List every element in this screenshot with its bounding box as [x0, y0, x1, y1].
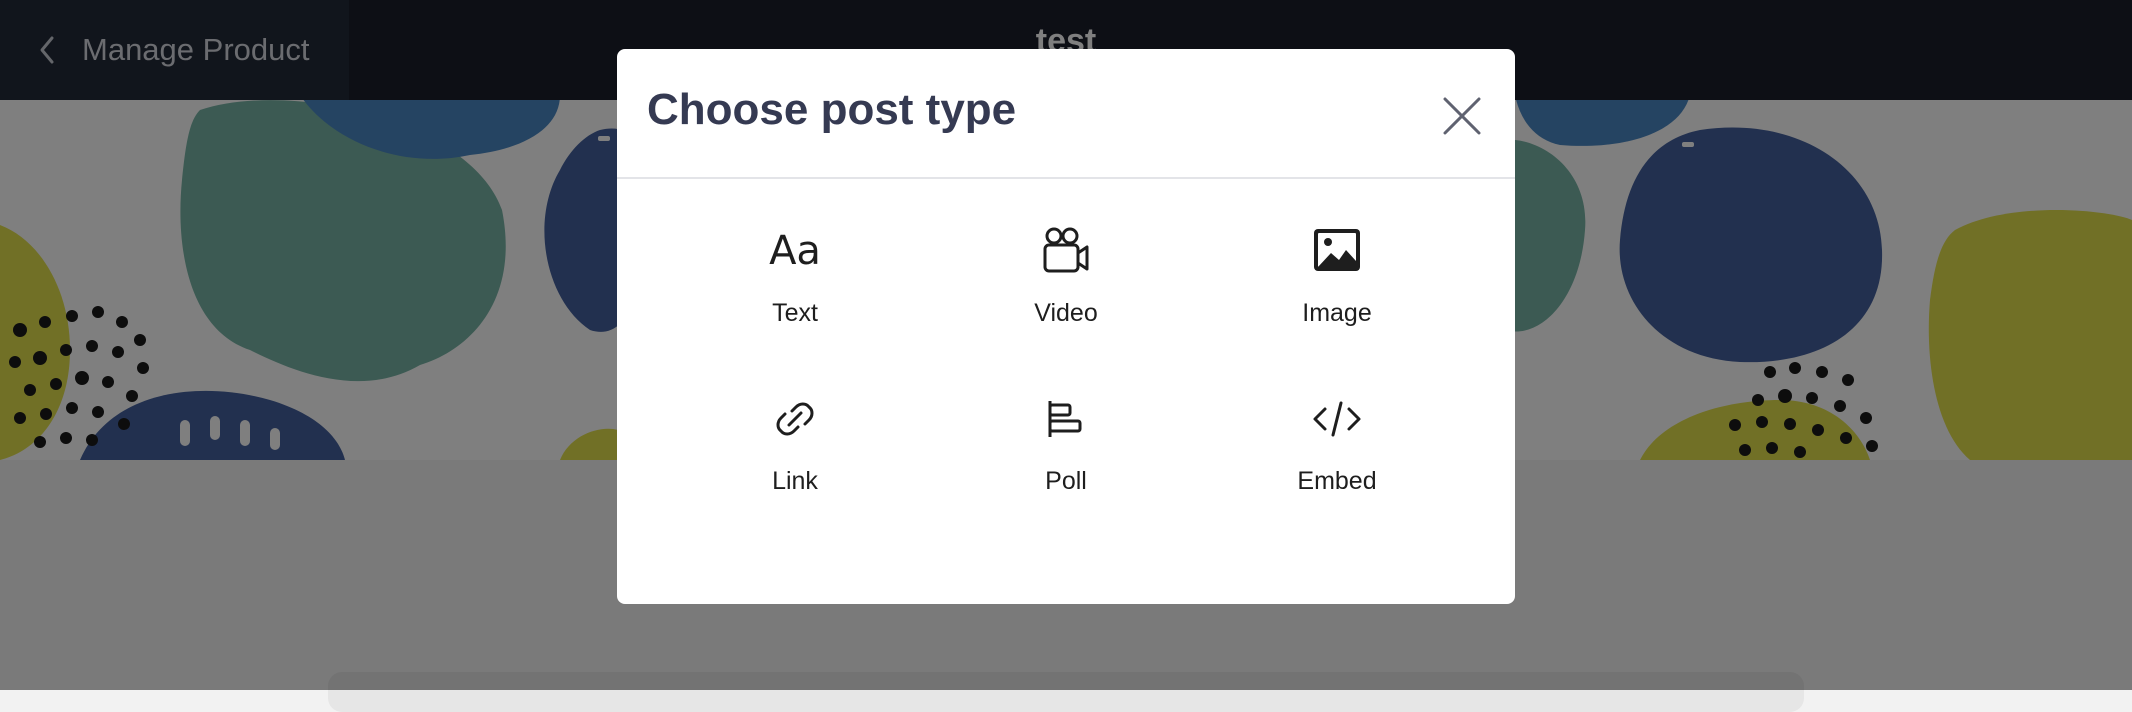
post-type-link-button[interactable]: Link [660, 387, 931, 555]
post-type-text-button[interactable]: Aa Text [660, 219, 931, 387]
post-type-label: Poll [1045, 467, 1087, 495]
modal-header: Choose post type [617, 49, 1515, 179]
post-type-label: Text [772, 299, 818, 327]
choose-post-type-modal: Choose post type Aa Text Video Image Lin… [617, 49, 1515, 604]
image-icon [1314, 229, 1360, 271]
post-type-label: Embed [1297, 467, 1377, 495]
link-icon [776, 402, 814, 436]
video-camera-icon [1043, 227, 1089, 273]
poll-icon [1048, 401, 1082, 437]
post-type-poll-button[interactable]: Poll [931, 387, 1202, 555]
post-type-embed-button[interactable]: Embed [1202, 387, 1473, 555]
post-type-label: Link [772, 467, 818, 495]
post-type-video-button[interactable]: Video [931, 219, 1202, 387]
post-type-label: Video [1034, 299, 1098, 327]
close-button[interactable] [1435, 89, 1489, 143]
close-icon [1443, 97, 1481, 135]
post-type-label: Image [1302, 299, 1372, 327]
code-icon [1313, 401, 1361, 437]
modal-title: Choose post type [647, 85, 1017, 134]
text-icon: Aa [769, 228, 821, 274]
post-type-grid: Aa Text Video Image Link Poll Embed [617, 219, 1515, 555]
post-type-image-button[interactable]: Image [1202, 219, 1473, 387]
